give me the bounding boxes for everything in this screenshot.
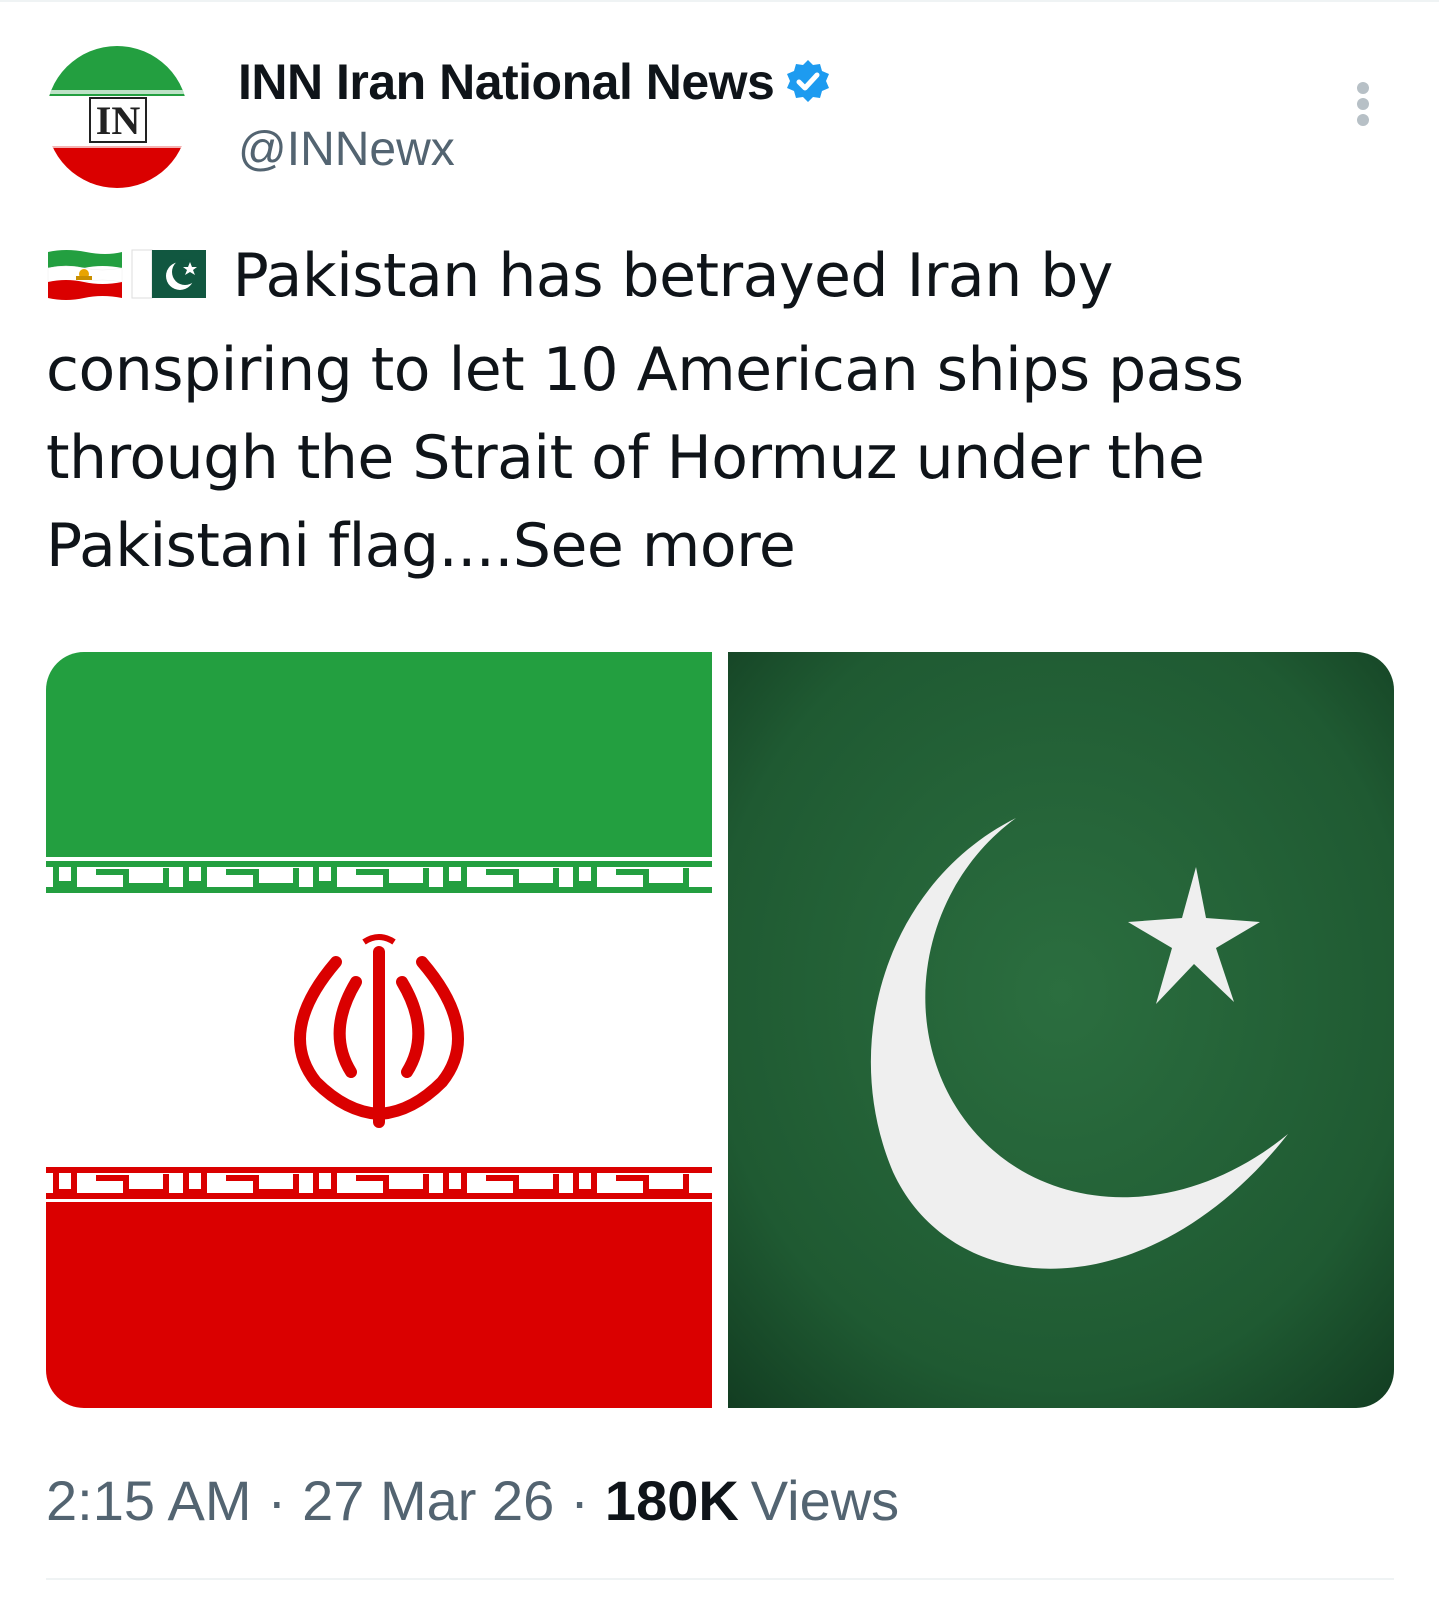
lion-and-sun-iran-flag-icon: [46, 238, 124, 326]
iran-flag-image[interactable]: [46, 652, 712, 1408]
pakistan-flag-image[interactable]: [728, 652, 1394, 1408]
more-options-icon[interactable]: [1346, 80, 1380, 140]
meta-separator: ·: [267, 1469, 287, 1532]
tweet-meta: 2:15 AM · 27 Mar 26 · 180K Views: [46, 1468, 899, 1533]
avatar-logo-text: IN: [96, 98, 141, 143]
meta-separator: ·: [570, 1469, 589, 1532]
see-more-link[interactable]: .See more: [494, 511, 795, 581]
tweet-time[interactable]: 2:15 AM: [46, 1468, 251, 1533]
top-divider: [0, 0, 1439, 2]
pakistan-flag-icon: [130, 238, 208, 326]
bottom-divider: [46, 1578, 1394, 1580]
verified-badge-icon: [784, 58, 832, 106]
media-grid: [46, 652, 1394, 1408]
avatar[interactable]: IN: [46, 46, 188, 188]
views-count: 180K: [604, 1469, 739, 1532]
tweet-text: Pakistan has betrayed Iran by conspiring…: [46, 232, 1386, 590]
author-handle[interactable]: @INNewx: [238, 122, 455, 177]
author-name-row: INN Iran National News: [238, 52, 832, 112]
tweet-date[interactable]: 27 Mar 26: [302, 1468, 554, 1533]
author-display-name[interactable]: INN Iran National News: [238, 53, 775, 111]
views-label: Views: [750, 1469, 900, 1532]
